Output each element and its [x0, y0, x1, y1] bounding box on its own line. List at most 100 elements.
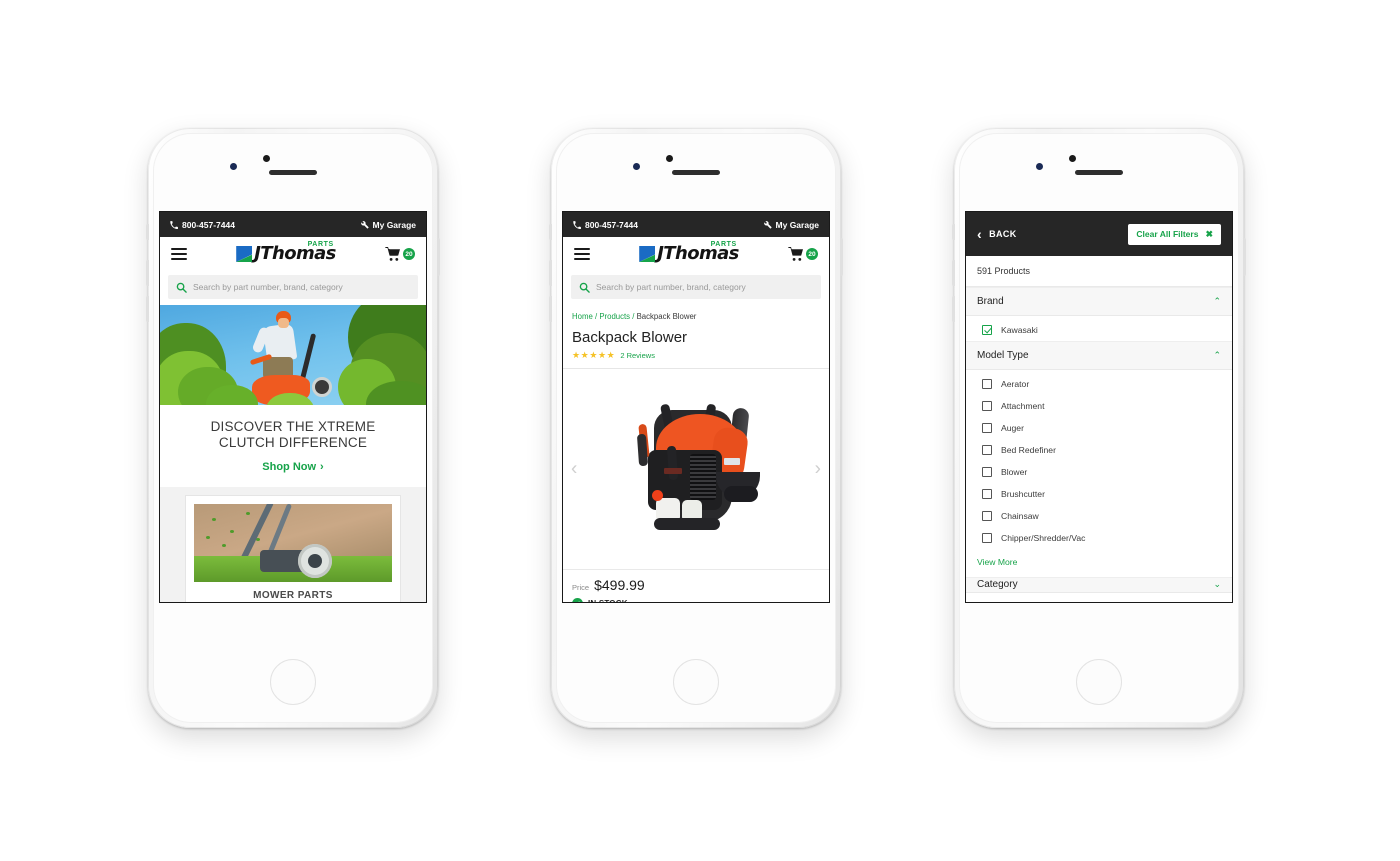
silent-switch[interactable] [146, 224, 149, 240]
category-section: MOWER PARTS Shop Now [160, 486, 426, 602]
breadcrumb-home-link[interactable]: Home [572, 312, 593, 321]
product-image[interactable] [612, 394, 780, 544]
power-button[interactable] [437, 238, 440, 276]
phone-number-text: 800-457-7444 [182, 219, 235, 230]
search-placeholder: Search by part number, brand, category [193, 282, 343, 292]
phone1-screen: 800-457-7444 My Garage JThomas PARTS 20 … [160, 212, 426, 602]
search-area: Search by part number, brand, category [563, 271, 829, 305]
clear-all-filters-label: Clear All Filters [1136, 229, 1199, 239]
checkbox-icon[interactable] [982, 379, 992, 389]
gallery-prev-arrow-icon[interactable]: ‹ [571, 460, 577, 479]
chevron-right-icon: › [320, 460, 324, 473]
facet-option-label: Aerator [1001, 379, 1030, 389]
site-logo[interactable]: JThomas PARTS [639, 241, 739, 263]
volume-down-button[interactable] [952, 296, 955, 322]
checkbox-icon[interactable] [982, 511, 992, 521]
price-value: $499.99 [594, 577, 645, 593]
front-camera-icon [666, 155, 673, 162]
volume-up-button[interactable] [952, 260, 955, 286]
close-icon: ✖ [1205, 228, 1213, 239]
facet-header-model-type[interactable]: Model Type ⌃ [966, 341, 1232, 370]
facet-option-chainsaw[interactable]: Chainsaw [966, 505, 1232, 527]
clear-all-filters-button[interactable]: Clear All Filters ✖ [1128, 223, 1221, 245]
breadcrumb-current: Backpack Blower [636, 312, 697, 321]
earpiece-speaker [672, 170, 720, 175]
silent-switch[interactable] [952, 224, 955, 240]
home-button[interactable] [1076, 659, 1122, 705]
facet-option-aerator[interactable]: Aerator [966, 370, 1232, 395]
earpiece-speaker [1075, 170, 1123, 175]
checkbox-icon[interactable] [982, 423, 992, 433]
my-garage-text: My Garage [372, 219, 416, 230]
home-button[interactable] [673, 659, 719, 705]
facet-header-brand[interactable]: Brand ⌃ [966, 287, 1232, 316]
checkbox-icon[interactable] [982, 467, 992, 477]
facet-option-label: Brushcutter [1001, 489, 1045, 499]
back-button[interactable]: ‹ BACK [977, 227, 1017, 241]
cart-button[interactable]: 20 [788, 247, 818, 261]
category-card-mower-parts[interactable]: MOWER PARTS Shop Now [186, 495, 400, 602]
back-button-label: BACK [989, 229, 1017, 239]
utility-topbar: 800-457-7444 My Garage [160, 212, 426, 237]
hero-banner-image[interactable] [160, 305, 426, 405]
search-input[interactable]: Search by part number, brand, category [168, 275, 418, 299]
facet-option-chipper-shredder-vac[interactable]: Chipper/Shredder/Vac [966, 527, 1232, 549]
category-card-title: MOWER PARTS [253, 589, 333, 601]
phone-number-link[interactable]: 800-457-7444 [170, 220, 235, 230]
facet-option-kawasaki[interactable]: Kawasaki [966, 316, 1232, 341]
hero-shop-now-link[interactable]: Shop Now › [262, 461, 323, 473]
volume-down-button[interactable] [146, 296, 149, 322]
facet-title: Category [977, 578, 1018, 590]
my-garage-text: My Garage [775, 219, 819, 230]
search-input[interactable]: Search by part number, brand, category [571, 275, 821, 299]
facet-option-auger[interactable]: Auger [966, 417, 1232, 439]
breadcrumb-products-link[interactable]: Products [599, 312, 630, 321]
phone-number-text: 800-457-7444 [585, 219, 638, 230]
volume-up-button[interactable] [146, 260, 149, 286]
phone-mockup-filters: ‹ BACK Clear All Filters ✖ 591 Products … [952, 128, 1246, 728]
facet-header-category[interactable]: Category ⌄ [966, 577, 1232, 593]
site-logo[interactable]: JThomas PARTS [236, 241, 336, 263]
facet-title: Model Type [977, 350, 1029, 361]
cart-button[interactable]: 20 [385, 247, 415, 261]
checkbox-icon[interactable] [982, 401, 992, 411]
facet-option-attachment[interactable]: Attachment [966, 395, 1232, 417]
logo-parts-superscript: PARTS [307, 241, 334, 248]
search-area: Search by part number, brand, category [160, 271, 426, 305]
facet-option-label: Chipper/Shredder/Vac [1001, 533, 1086, 543]
front-camera-icon [263, 155, 270, 162]
facet-option-blower[interactable]: Blower [966, 461, 1232, 483]
proximity-sensor-icon [633, 163, 640, 170]
product-title: Backpack Blower [572, 329, 688, 346]
volume-up-button[interactable] [549, 260, 552, 286]
phone-mockup-product-detail: 800-457-7444 My Garage JThomas PARTS 20 … [549, 128, 843, 728]
my-garage-link[interactable]: My Garage [360, 220, 416, 230]
hero-headline-line1: DISCOVER THE XTREME [210, 419, 376, 434]
hero-headline: DISCOVER THE XTREME CLUTCH DIFFERENCE [172, 419, 414, 452]
screenshot-canvas: 800-457-7444 My Garage JThomas PARTS 20 … [0, 0, 1400, 861]
facet-option-label: Auger [1001, 423, 1024, 433]
silent-switch[interactable] [549, 224, 552, 240]
gallery-next-arrow-icon[interactable]: › [815, 460, 821, 479]
checkbox-icon[interactable] [982, 445, 992, 455]
home-button[interactable] [270, 659, 316, 705]
checkbox-checked-icon[interactable] [982, 325, 992, 335]
product-count: 591 Products [966, 256, 1232, 287]
review-count-link[interactable]: 2 Reviews [620, 351, 655, 360]
view-more-link[interactable]: View More [966, 549, 1232, 577]
hero-shop-now-label: Shop Now [262, 460, 317, 473]
checkbox-icon[interactable] [982, 533, 992, 543]
volume-down-button[interactable] [549, 296, 552, 322]
power-button[interactable] [1243, 238, 1246, 276]
hamburger-menu-icon[interactable] [171, 247, 187, 261]
facet-options-brand: Kawasaki [966, 316, 1232, 341]
checkbox-icon[interactable] [982, 489, 992, 499]
phone-number-link[interactable]: 800-457-7444 [573, 220, 638, 230]
facet-option-bed-redefiner[interactable]: Bed Redefiner [966, 439, 1232, 461]
facet-title: Brand [977, 296, 1004, 307]
hamburger-menu-icon[interactable] [574, 247, 590, 261]
facet-option-brushcutter[interactable]: Brushcutter [966, 483, 1232, 505]
category-card-image [194, 503, 392, 582]
my-garage-link[interactable]: My Garage [763, 220, 819, 230]
power-button[interactable] [840, 238, 843, 276]
